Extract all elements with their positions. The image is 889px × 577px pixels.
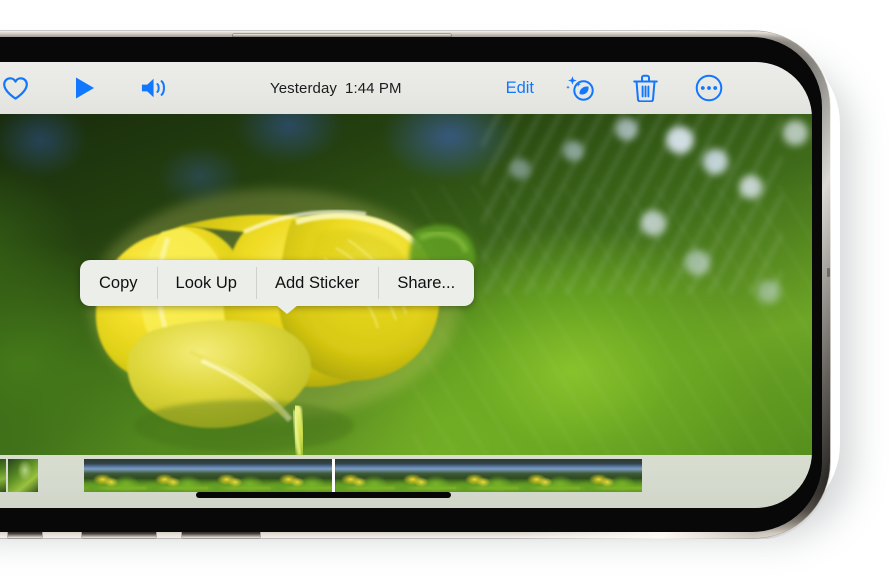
trash-icon[interactable] bbox=[630, 73, 660, 103]
favorite-heart-icon[interactable] bbox=[0, 73, 30, 103]
callout-item-copy[interactable]: Copy bbox=[80, 260, 157, 306]
device-side-button-volume-up[interactable] bbox=[82, 532, 156, 538]
filmstrip-frame[interactable] bbox=[84, 459, 146, 492]
filmstrip-bar bbox=[0, 455, 812, 508]
filmstrip-frame[interactable] bbox=[270, 459, 332, 492]
video-scrubber-filmstrip[interactable] bbox=[84, 459, 642, 492]
device-screen: Copy Look Up Add Sticker Share... Yester… bbox=[0, 62, 812, 508]
filmstrip-frame[interactable] bbox=[456, 459, 518, 492]
green-foliage-thumb[interactable] bbox=[8, 459, 38, 492]
filmstrip-frame[interactable] bbox=[146, 459, 208, 492]
photo-date-label: Yesterday bbox=[269, 79, 338, 97]
toolbar-left-group bbox=[0, 73, 170, 103]
device-antenna-band bbox=[827, 268, 830, 277]
toolbar-right-group: Edit bbox=[506, 73, 812, 103]
screenshot-stage: Copy Look Up Add Sticker Share... Yester… bbox=[0, 0, 889, 577]
device-side-button-volume-down[interactable] bbox=[182, 532, 260, 538]
photo-viewer[interactable]: Copy Look Up Add Sticker Share... bbox=[0, 114, 812, 455]
filmstrip-frame[interactable] bbox=[332, 459, 394, 492]
filmstrip-frame[interactable] bbox=[394, 459, 456, 492]
filmstrip-frame[interactable] bbox=[208, 459, 270, 492]
more-ellipsis-circle-icon[interactable] bbox=[694, 73, 724, 103]
photo-toolbar: Yesterday 1:44 PM Edit bbox=[0, 62, 812, 114]
clean-up-sparkle-leaf-icon[interactable] bbox=[566, 73, 596, 103]
callout-item-look-up[interactable]: Look Up bbox=[156, 260, 256, 306]
photo-time-label: 1:44 PM bbox=[345, 79, 402, 97]
callout-item-share[interactable]: Share... bbox=[378, 260, 474, 306]
play-icon[interactable] bbox=[70, 73, 100, 103]
adjacent-photo-thumbnails[interactable] bbox=[0, 459, 38, 492]
edit-button[interactable]: Edit bbox=[506, 79, 534, 98]
photo-datetime: Yesterday 1:44 PM bbox=[166, 80, 506, 97]
scrubber-playhead[interactable] bbox=[332, 459, 335, 492]
home-indicator[interactable] bbox=[196, 492, 451, 498]
callout-item-add-sticker[interactable]: Add Sticker bbox=[256, 260, 378, 306]
filmstrip-frame[interactable] bbox=[518, 459, 580, 492]
device-side-button-action[interactable] bbox=[8, 532, 42, 538]
filmstrip-frame[interactable] bbox=[580, 459, 642, 492]
green-plant-thumb[interactable] bbox=[0, 459, 6, 492]
context-callout-menu[interactable]: Copy Look Up Add Sticker Share... bbox=[80, 260, 475, 314]
